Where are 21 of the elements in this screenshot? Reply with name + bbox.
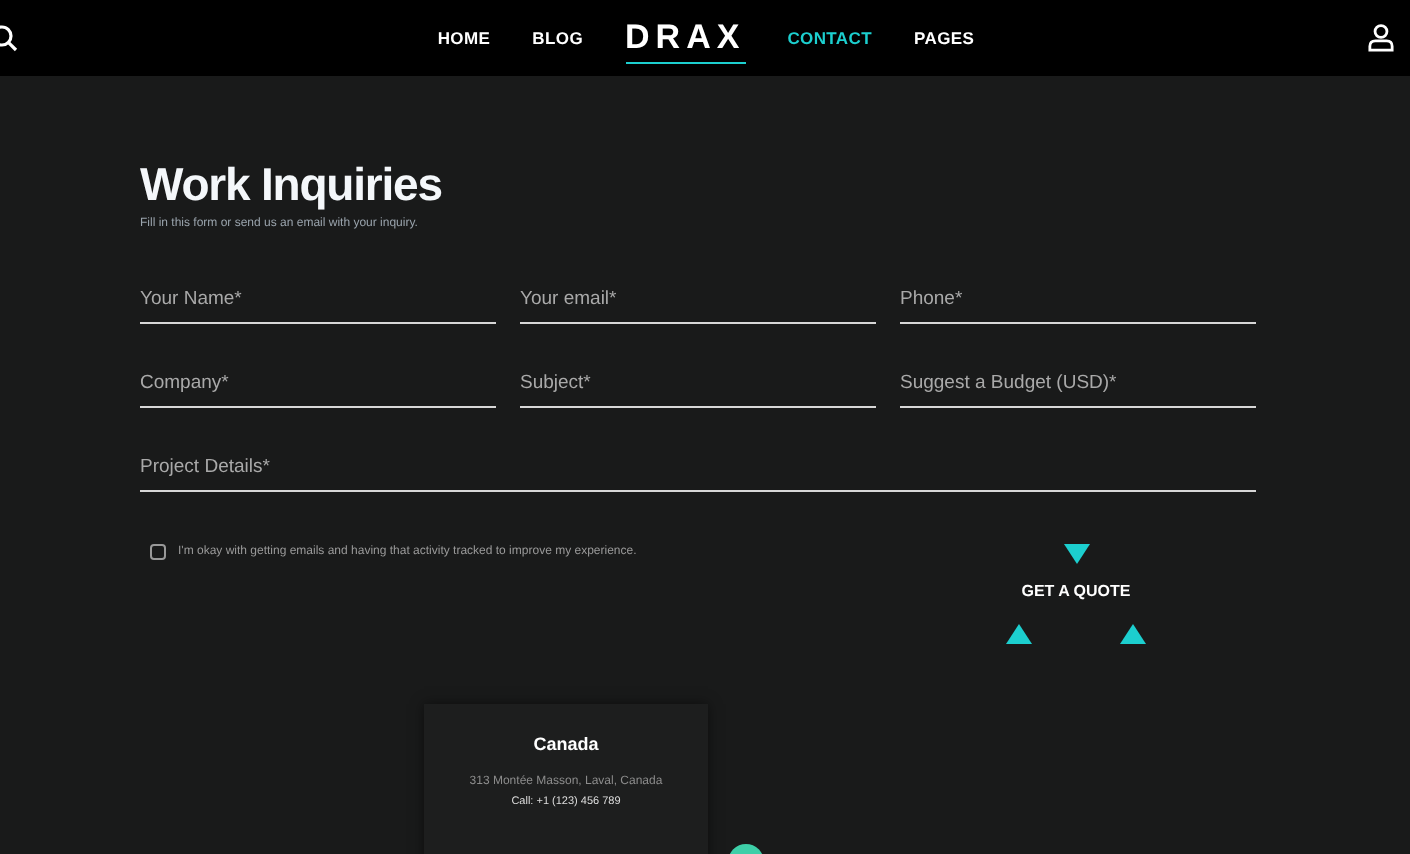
nav-link[interactable]: CONTACT <box>787 28 873 48</box>
nav-link[interactable]: HOME <box>437 28 491 48</box>
checkbox[interactable] <box>150 544 166 560</box>
triangle-icon <box>1006 624 1032 644</box>
input-field[interactable]: Company* <box>140 358 496 408</box>
input-field[interactable]: Your Name* <box>140 274 496 324</box>
input-field[interactable]: Your email* <box>520 274 876 324</box>
input-field[interactable]: Phone* <box>900 274 1256 324</box>
get-quote-button[interactable]: GET A QUOTE <box>1021 568 1131 614</box>
page-heading: Work Inquiries <box>140 158 444 212</box>
nav-link[interactable]: BLOG <box>532 28 584 48</box>
user-icon[interactable] <box>1368 24 1394 52</box>
logo[interactable]: DRAX <box>625 20 746 64</box>
triangle-icon <box>1120 624 1146 644</box>
input-field[interactable]: Suggest a Budget (USD)* <box>900 358 1256 408</box>
office-country: Canada <box>533 734 599 754</box>
triangle-icon <box>1063 544 1089 564</box>
input-field[interactable]: Subject* <box>520 358 876 408</box>
nav-link[interactable]: PAGES <box>914 28 975 48</box>
search-icon[interactable] <box>0 24 20 52</box>
project-details-field[interactable]: Project Details* <box>140 442 1256 492</box>
